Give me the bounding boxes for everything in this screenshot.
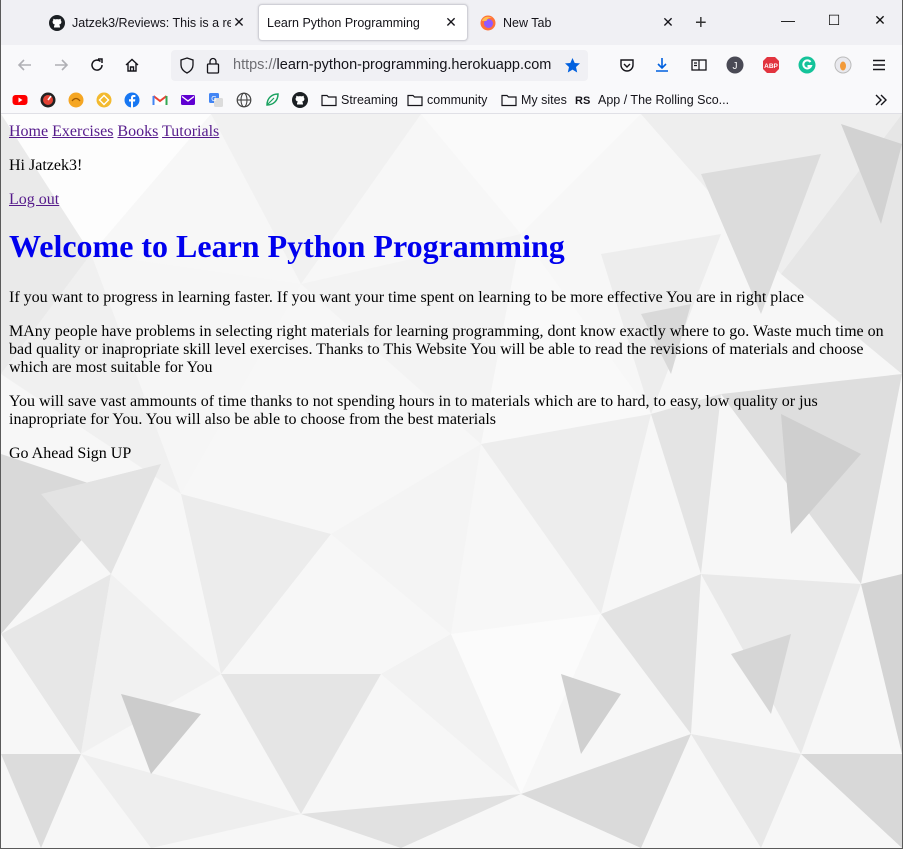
speed-icon [40, 92, 56, 108]
bookmark-label: community [427, 93, 488, 107]
bookmark-youtube[interactable] [12, 91, 28, 109]
navigation-toolbar: https://learn-python-programming.herokua… [1, 45, 902, 86]
account-avatar-icon[interactable]: J [725, 55, 745, 75]
bookmark-github[interactable] [292, 91, 308, 109]
greeting-text: Hi Jatzek3! [9, 157, 83, 174]
tab-github-reviews[interactable]: Jatzek3/Reviews: This is a repo ✕ [37, 4, 255, 41]
page-content: Home Exercises Books Tutorials Hi Jatzek… [1, 114, 902, 848]
mail-icon [181, 95, 195, 105]
bookmarks-overflow-icon[interactable] [873, 91, 889, 109]
bookmark-star-icon[interactable] [564, 57, 581, 74]
nav-link-home[interactable]: Home [9, 123, 48, 140]
leaf-icon [266, 93, 279, 106]
translate-icon: G [209, 93, 223, 107]
bookmark-translate[interactable]: G [208, 91, 224, 109]
bookmark-leaf[interactable] [264, 91, 280, 109]
bookmark-yahoo-mail[interactable] [180, 91, 196, 109]
site-nav: Home Exercises Books Tutorials [9, 123, 219, 141]
firefox-icon [480, 15, 496, 30]
bookmark-label: App / The Rolling Sco... [598, 93, 730, 107]
browser-window: Jatzek3/Reviews: This is a repo ✕ Learn … [0, 0, 903, 849]
url-text[interactable]: https://learn-python-programming.herokua… [233, 57, 551, 73]
folder-icon [407, 94, 423, 107]
facebook-icon [124, 92, 140, 108]
bookmark-folder-community[interactable]: community [407, 91, 487, 109]
intro-paragraph-1: If you want to progress in learning fast… [9, 289, 805, 306]
bookmark-3[interactable] [68, 91, 84, 109]
nav-link-exercises[interactable]: Exercises [52, 123, 113, 140]
home-icon[interactable] [122, 55, 142, 75]
coin-icon [96, 92, 112, 108]
window-close-icon[interactable]: ✕ [857, 12, 902, 29]
tab-close-icon[interactable]: ✕ [660, 14, 676, 31]
bookmark-facebook[interactable] [124, 91, 140, 109]
logout-link[interactable]: Log out [9, 191, 59, 208]
polygon-background [1, 114, 902, 848]
reader-view-icon[interactable] [689, 55, 709, 75]
page-title: Welcome to Learn Python Programming [9, 228, 565, 264]
url-host: learn-python-programming.herokuapp.com [276, 57, 552, 73]
bookmarks-toolbar: G Streaming community My sites RS App / … [1, 86, 902, 114]
grammarly-icon[interactable] [797, 55, 817, 75]
bookmark-folder-streaming[interactable]: Streaming [321, 91, 398, 109]
minimize-icon[interactable]: — [765, 12, 811, 28]
globe-icon [236, 92, 252, 108]
reload-icon[interactable] [87, 55, 107, 75]
tab-new-tab[interactable]: New Tab ✕ [468, 4, 684, 41]
folder-icon [321, 94, 337, 107]
bookmark-globe[interactable] [236, 91, 252, 109]
rs-text: RS [575, 95, 590, 107]
folder-icon [501, 94, 517, 107]
tab-learn-python[interactable]: Learn Python Programming ✕ [258, 4, 468, 41]
nav-link-books[interactable]: Books [117, 123, 158, 140]
intro-paragraph-2: MAny people have problems in selecting r… [9, 323, 884, 376]
bookmark-folder-my-sites[interactable]: My sites [501, 91, 567, 109]
tab-title: Jatzek3/Reviews: This is a repo [72, 15, 231, 30]
svg-text:G: G [211, 96, 216, 103]
menu-icon[interactable] [869, 55, 889, 75]
pocket-icon[interactable] [617, 55, 637, 75]
maximize-icon[interactable]: ☐ [811, 12, 857, 29]
youtube-icon [12, 95, 28, 105]
tab-title: New Tab [503, 15, 552, 30]
lock-icon[interactable] [206, 57, 220, 74]
tab-close-icon[interactable]: ✕ [443, 14, 459, 31]
bookmark-gmail[interactable] [152, 91, 168, 109]
tab-title: Learn Python Programming [267, 15, 420, 30]
orange-circle-icon [68, 92, 84, 108]
extension-icon[interactable] [833, 55, 853, 75]
bookmark-2[interactable] [40, 91, 56, 109]
url-scheme: https:// [233, 57, 277, 73]
abp-text: ABP [764, 63, 778, 70]
address-bar[interactable]: https://learn-python-programming.herokua… [171, 50, 588, 81]
adblock-plus-icon[interactable]: ABP [761, 55, 781, 75]
github-icon [292, 92, 308, 108]
rs-icon: RS [575, 95, 590, 107]
signup-text: Go Ahead Sign UP [9, 445, 132, 462]
github-icon [49, 14, 65, 31]
gmail-icon [152, 95, 168, 105]
new-tab-button[interactable]: + [695, 13, 707, 33]
tab-strip: Jatzek3/Reviews: This is a repo ✕ Learn … [1, 0, 902, 45]
tab-close-icon[interactable]: ✕ [231, 14, 247, 31]
bookmark-4[interactable] [96, 91, 112, 109]
shield-icon[interactable] [179, 57, 195, 74]
intro-paragraph-3: You will save vast ammounts of time than… [9, 393, 818, 428]
bookmark-rolling-scopes[interactable]: RS App / The Rolling Sco... [575, 91, 729, 109]
nav-link-tutorials[interactable]: Tutorials [162, 123, 219, 140]
back-icon[interactable] [15, 55, 35, 75]
bookmark-label: My sites [521, 93, 567, 107]
bookmark-label: Streaming [341, 93, 398, 107]
avatar-letter: J [733, 61, 738, 72]
downloads-icon[interactable] [652, 55, 672, 75]
forward-icon[interactable] [51, 55, 71, 75]
